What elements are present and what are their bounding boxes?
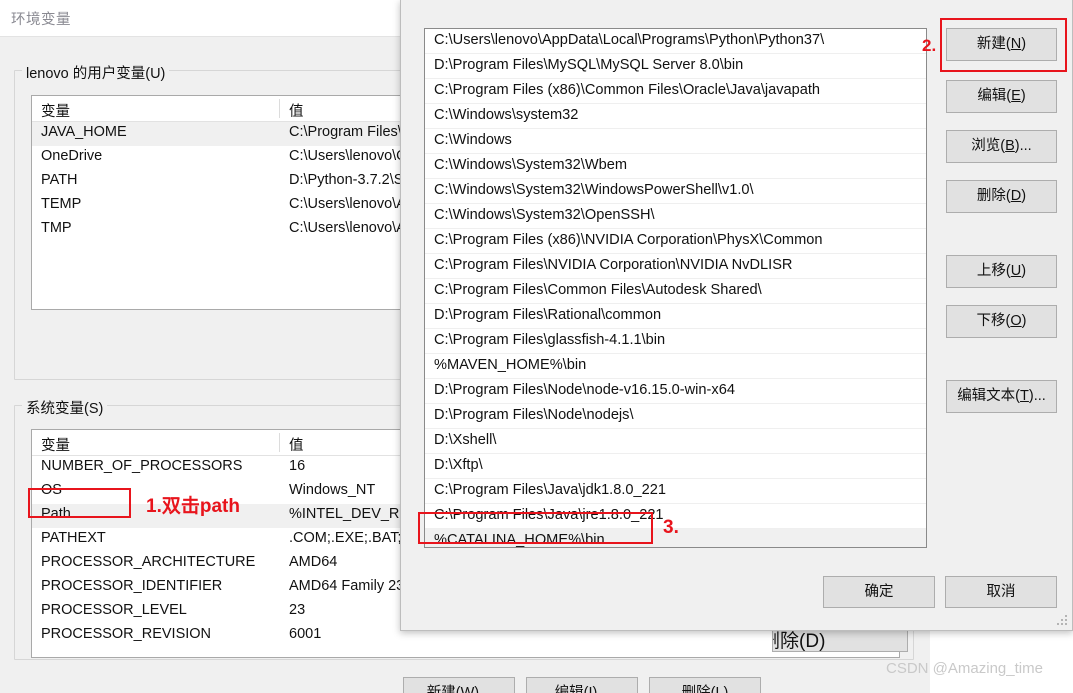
path-browse-button[interactable]: 浏览(B)... <box>946 130 1057 163</box>
user-col-divider <box>279 99 280 118</box>
dialog-ok-button[interactable]: 确定 <box>823 576 935 608</box>
path-list-item[interactable]: D:\Xshell\ <box>425 429 926 454</box>
user-variables-legend: lenovo 的用户变量(U) <box>22 62 170 83</box>
system-delete-button[interactable]: 删除(L) <box>649 677 761 693</box>
path-list-item[interactable]: C:\Program Files\NVIDIA Corporation\NVID… <box>425 254 926 279</box>
window-title: 环境变量 <box>11 12 71 28</box>
path-list-item-text: C:\Program Files\Java\jre1.8.0_221 <box>434 507 664 523</box>
system-variables-legend: 系统变量(S) <box>22 397 108 418</box>
user-variable-name: PATH <box>41 172 78 188</box>
system-col-variable: 变量 <box>41 438 70 454</box>
system-col-divider <box>279 433 280 452</box>
path-list-item[interactable]: C:\Windows\System32\WindowsPowerShell\v1… <box>425 179 926 204</box>
system-variable-name: NUMBER_OF_PROCESSORS <box>41 458 243 474</box>
system-variable-name: PATHEXT <box>41 530 106 546</box>
path-list-item[interactable]: C:\Users\lenovo\AppData\Local\Programs\P… <box>425 29 926 54</box>
system-new-button[interactable]: 新建(W)... <box>403 677 515 693</box>
path-list-item[interactable]: C:\Windows <box>425 129 926 154</box>
path-list-item-text: C:\Windows <box>434 132 512 148</box>
user-col-value: 值 <box>289 104 304 120</box>
path-list-item-text: C:\Program Files (x86)\NVIDIA Corporatio… <box>434 232 823 248</box>
user-variable-name: TEMP <box>41 196 82 212</box>
path-list-item-text: C:\Program Files\NVIDIA Corporation\NVID… <box>434 257 793 273</box>
button-label: 删除(D) <box>976 188 1027 205</box>
path-list-item[interactable]: D:\Program Files\Node\node-v16.15.0-win-… <box>425 379 926 404</box>
annotation-step-2: 2. <box>922 36 937 55</box>
path-list-item-text: C:\Windows\System32\Wbem <box>434 157 628 173</box>
path-list-item[interactable]: C:\Windows\system32 <box>425 104 926 129</box>
button-label: 编辑(E) <box>977 88 1026 105</box>
path-list-item-text: C:\Windows\System32\OpenSSH\ <box>434 207 655 223</box>
path-list-item-text: D:\Program Files\MySQL\MySQL Server 8.0\… <box>434 57 744 73</box>
path-list-item[interactable]: C:\Program Files\glassfish-4.1.1\bin <box>425 329 926 354</box>
system-variable-name: PROCESSOR_REVISION <box>41 626 212 642</box>
path-entries-listbox[interactable]: C:\Users\lenovo\AppData\Local\Programs\P… <box>424 28 927 548</box>
path-list-item-text: %CATALINA_HOME%\bin <box>434 532 605 548</box>
path-list-item[interactable]: D:\Xftp\ <box>425 454 926 479</box>
path-move-down-button[interactable]: 下移(O) <box>946 305 1057 338</box>
button-label: 下移(O) <box>976 313 1027 330</box>
path-new-button[interactable]: 新建(N) <box>946 28 1057 61</box>
path-delete-button[interactable]: 删除(D) <box>946 180 1057 213</box>
button-label: 上移(U) <box>976 263 1027 280</box>
button-label: 浏览(B)... <box>971 138 1032 155</box>
watermark: CSDN @Amazing_time <box>886 660 1043 677</box>
user-variable-name: OneDrive <box>41 148 103 164</box>
path-edit-text-button[interactable]: 编辑文本(T)... <box>946 380 1057 413</box>
path-list-item[interactable]: D:\Program Files\MySQL\MySQL Server 8.0\… <box>425 54 926 79</box>
path-list-item[interactable]: C:\Program Files\Common Files\Autodesk S… <box>425 279 926 304</box>
path-list-item-text: C:\Program Files\Common Files\Autodesk S… <box>434 282 762 298</box>
annotation-step-1: 1.双击path <box>146 496 240 517</box>
path-edit-button[interactable]: 编辑(E) <box>946 80 1057 113</box>
dialog-cancel-button[interactable]: 取消 <box>945 576 1057 608</box>
path-list-item[interactable]: %MAVEN_HOME%\bin <box>425 354 926 379</box>
path-list-item[interactable]: D:\Program Files\Rational\common <box>425 304 926 329</box>
system-variable-name: PROCESSOR_IDENTIFIER <box>41 578 223 594</box>
path-list-item-text: C:\Users\lenovo\AppData\Local\Programs\P… <box>434 32 825 48</box>
path-list-item-text: D:\Program Files\Node\nodejs\ <box>434 407 634 423</box>
system-edit-button[interactable]: 编辑(I)... <box>526 677 638 693</box>
path-list-item-text: C:\Windows\system32 <box>434 107 579 123</box>
user-variable-name: JAVA_HOME <box>41 124 127 140</box>
system-variable-name: PROCESSOR_ARCHITECTURE <box>41 554 256 570</box>
path-rows: C:\Users\lenovo\AppData\Local\Programs\P… <box>425 29 926 548</box>
path-move-up-button[interactable]: 上移(U) <box>946 255 1057 288</box>
path-list-item-text: %MAVEN_HOME%\bin <box>434 357 587 373</box>
path-list-item[interactable]: C:\Windows\System32\OpenSSH\ <box>425 204 926 229</box>
path-list-item[interactable]: C:\Program Files (x86)\NVIDIA Corporatio… <box>425 229 926 254</box>
path-list-item[interactable]: D:\Program Files\Node\nodejs\ <box>425 404 926 429</box>
annotation-step-3: 3. <box>663 517 679 538</box>
path-list-item[interactable]: C:\Windows\System32\Wbem <box>425 154 926 179</box>
path-list-item[interactable]: C:\Program Files (x86)\Common Files\Orac… <box>425 79 926 104</box>
path-list-item-text: C:\Program Files\Java\jdk1.8.0_221 <box>434 482 666 498</box>
resize-grip-icon[interactable] <box>1057 615 1069 627</box>
button-label: 新建(N) <box>976 36 1027 53</box>
path-list-item-text: D:\Xshell\ <box>434 432 497 448</box>
path-list-item[interactable]: C:\Program Files\Java\jdk1.8.0_221 <box>425 479 926 504</box>
path-list-item-text: C:\Windows\System32\WindowsPowerShell\v1… <box>434 182 754 198</box>
screen: 环境变量 lenovo 的用户变量(U) 变量 值 JAVA_HOME C:\Pr… <box>0 0 1073 693</box>
path-list-item-text: D:\Program Files\Rational\common <box>434 307 662 323</box>
path-list-item-text: C:\Program Files (x86)\Common Files\Orac… <box>434 82 821 98</box>
path-list-item-text: C:\Program Files\glassfish-4.1.1\bin <box>434 332 666 348</box>
user-variable-name: TMP <box>41 220 72 236</box>
path-list-item-text: D:\Xftp\ <box>434 457 483 473</box>
path-list-item-text: D:\Program Files\Node\node-v16.15.0-win-… <box>434 382 735 398</box>
system-variable-name: PROCESSOR_LEVEL <box>41 602 187 618</box>
button-label: 编辑文本(T)... <box>957 388 1046 405</box>
user-col-variable: 变量 <box>41 104 70 120</box>
system-col-value: 值 <box>289 438 304 454</box>
